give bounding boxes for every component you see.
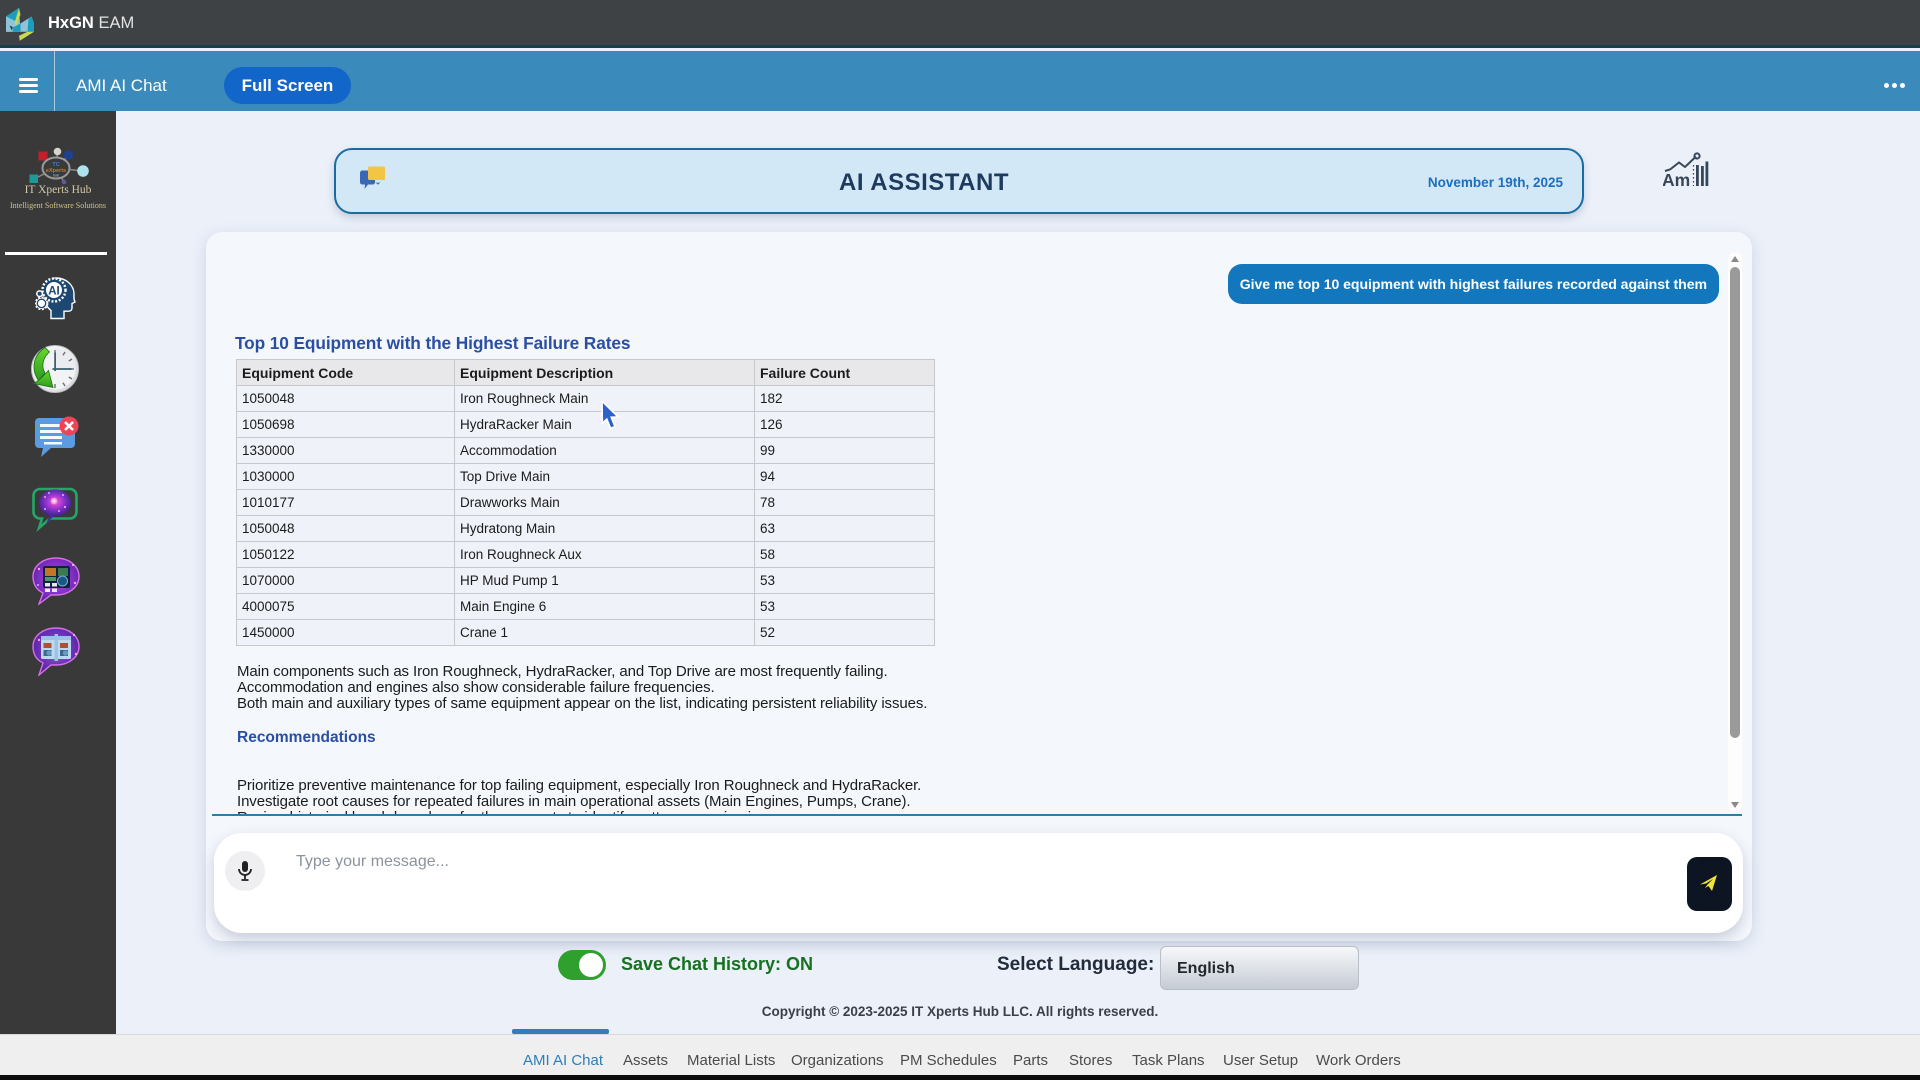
svg-text:Am: Am	[1663, 170, 1690, 188]
svg-text:hub: hub	[53, 174, 59, 178]
svg-text:AI: AI	[48, 285, 60, 297]
